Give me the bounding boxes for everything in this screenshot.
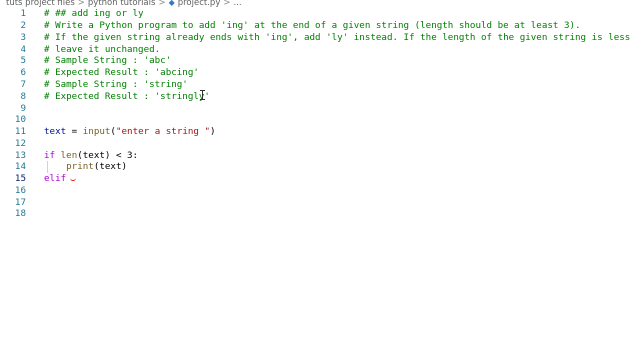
code-line[interactable]: 9: [0, 102, 640, 114]
line-number: 6: [20, 67, 26, 79]
code-line[interactable]: 1 # ## add ing or ly: [0, 8, 640, 20]
chevron-right-icon: >: [158, 0, 166, 8]
line-number: 3: [20, 31, 26, 43]
code-comment: # ## add ing or ly: [44, 8, 144, 20]
line-number: 8: [20, 90, 26, 102]
code-args: (text): [93, 161, 128, 173]
code-line[interactable]: 4 # leave it unchanged.: [0, 43, 640, 55]
code-keyword: elif: [44, 173, 67, 185]
code-line[interactable]: 18: [0, 208, 640, 220]
code-statement: print(text): [44, 161, 127, 172]
code-variable: text: [44, 126, 67, 138]
code-function: print: [66, 161, 94, 173]
code-operator: =: [66, 126, 83, 138]
code-comment: # Sample String : 'abc': [44, 55, 172, 67]
code-line[interactable]: 3 # If the given string already ends wit…: [0, 32, 640, 44]
code-line[interactable]: 10: [0, 114, 640, 126]
line-number: 9: [20, 102, 26, 114]
code-comment: # If the given string already ends with …: [44, 31, 631, 43]
code-line[interactable]: 17: [0, 196, 640, 208]
python-file-icon: ◆: [168, 0, 175, 7]
line-number: 11: [14, 126, 26, 138]
code-string: "enter a string ": [115, 126, 211, 138]
code-statement: elif: [44, 173, 77, 185]
text-cursor-icon: [200, 90, 205, 100]
line-number: 16: [14, 184, 26, 196]
line-number: 2: [20, 20, 26, 32]
code-line-active[interactable]: 15 elif: [0, 173, 640, 185]
breadcrumb-item-symbols[interactable]: ...: [233, 0, 241, 8]
code-line[interactable]: 5 # Sample String : 'abc': [0, 55, 640, 67]
code-keyword: if: [44, 149, 56, 161]
breadcrumb-item-subfolder[interactable]: python tutorials: [88, 0, 156, 8]
code-line[interactable]: 7 # Sample String : 'string': [0, 79, 640, 91]
line-number: 10: [14, 114, 26, 126]
code-line[interactable]: 11 text = input("enter a string "): [0, 126, 640, 138]
breadcrumb: tuts project files > python tutorials > …: [0, 0, 640, 8]
code-line[interactable]: 8 # Expected Result : 'stringly': [0, 90, 640, 102]
code-function: input: [82, 126, 111, 138]
code-line[interactable]: 2 # Write a Python program to add 'ing' …: [0, 20, 640, 32]
line-number: 14: [14, 161, 26, 173]
line-number: 5: [20, 55, 26, 67]
code-line[interactable]: 13 if len(text) < 3:: [0, 149, 640, 161]
code-args: (text) < 3:: [77, 149, 139, 161]
line-number: 1: [20, 8, 26, 20]
line-number: 12: [14, 137, 26, 149]
error-squiggle-icon: [70, 176, 77, 182]
code-statement: if len(text) < 3:: [44, 150, 138, 161]
breadcrumb-item-folder[interactable]: tuts project files: [6, 0, 75, 8]
code-comment: # Expected Result : 'stringly': [44, 90, 210, 102]
line-number: 4: [20, 43, 26, 55]
code-line[interactable]: 14 print(text): [0, 160, 640, 173]
code-comment: # leave it unchanged.: [44, 43, 161, 55]
code-function: len: [60, 149, 78, 161]
breadcrumb-item-file[interactable]: project.py: [178, 0, 221, 8]
code-comment: # Write a Python program to add 'ing' at…: [44, 20, 581, 32]
chevron-right-icon: >: [77, 0, 85, 8]
line-number: 13: [14, 149, 26, 161]
code-editor[interactable]: 1 # ## add ing or ly 2 # Write a Python …: [0, 8, 640, 220]
code-paren: ): [210, 126, 216, 138]
code-line[interactable]: 16: [0, 184, 640, 196]
chevron-right-icon: >: [223, 0, 231, 8]
code-statement: text = input("enter a string "): [44, 126, 216, 137]
code-line[interactable]: 6 # Expected Result : 'abcing': [0, 67, 640, 79]
line-number: 17: [14, 196, 26, 208]
code-comment: # Expected Result : 'abcing': [44, 67, 199, 79]
line-number: 18: [14, 208, 26, 220]
line-number: 7: [20, 78, 26, 90]
line-number: 15: [14, 173, 26, 185]
code-comment: # Sample String : 'string': [44, 78, 188, 90]
code-line[interactable]: 12: [0, 137, 640, 149]
